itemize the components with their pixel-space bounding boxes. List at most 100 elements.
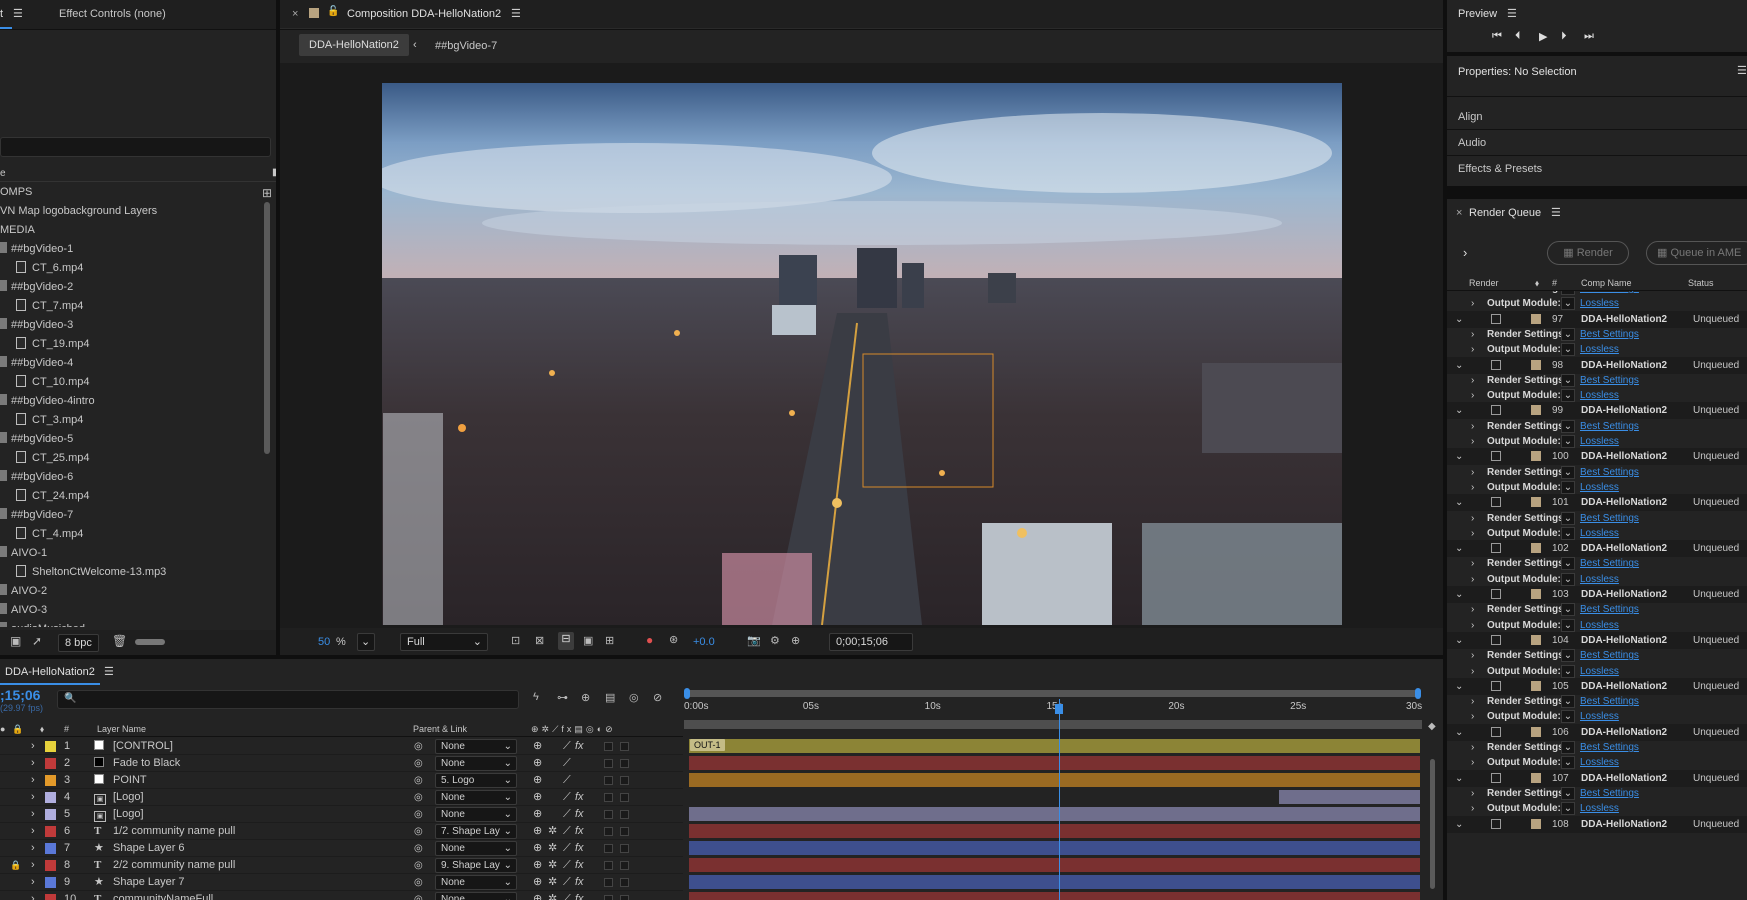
parent-dropdown[interactable]: None ⌄ [435, 875, 517, 890]
project-item[interactable]: AIVO-3 [0, 601, 47, 620]
subrow-dropdown-icon[interactable]: ⌄ [1561, 435, 1575, 448]
mask-visibility-icon[interactable]: ⊟ [558, 632, 574, 650]
col-layer-name[interactable]: Layer Name [97, 722, 146, 737]
pickwhip-icon[interactable]: ◎ [414, 738, 423, 755]
adjustment-box[interactable] [620, 793, 629, 802]
project-item[interactable]: audioMusicbed [0, 620, 85, 627]
layer-label-color[interactable] [45, 792, 56, 803]
layer-name[interactable]: Shape Layer 7 [113, 874, 185, 891]
expand-layer-icon[interactable]: › [31, 891, 35, 900]
layer-duration-bar[interactable] [689, 756, 1420, 770]
expand-layer-icon[interactable]: › [31, 772, 35, 789]
work-area-bar[interactable] [684, 720, 1422, 729]
current-timecode[interactable]: 0;00;15;06 [829, 633, 913, 651]
shy-switch[interactable]: ⊕ [533, 874, 542, 891]
first-frame-icon[interactable]: ⏮ [1492, 30, 1502, 43]
pickwhip-icon[interactable]: ◎ [414, 806, 423, 823]
pickwhip-icon[interactable]: ◎ [414, 840, 423, 857]
bpc-button[interactable]: 8 bpc [58, 634, 99, 652]
layer-duration-bar[interactable] [689, 824, 1420, 838]
subrow-dropdown-icon[interactable]: ⌄ [1561, 511, 1575, 525]
layer-label-color[interactable] [45, 758, 56, 769]
adjustment-box[interactable] [620, 827, 629, 836]
subrow-dropdown-icon[interactable]: ⌄ [1561, 710, 1575, 724]
motion-blur-box[interactable] [604, 895, 613, 900]
render-queue-item[interactable]: ⌄ 108 DDA-HelloNation2 Unqueued [1447, 815, 1747, 833]
breadcrumb-next[interactable]: ##bgVideo-7 [435, 40, 497, 52]
subrow-dropdown-icon[interactable]: ⌄ [1561, 695, 1575, 709]
layer-duration-bar[interactable] [689, 858, 1420, 872]
name-column-header[interactable]: e [0, 168, 6, 179]
close-render-queue-icon[interactable]: × [1456, 207, 1462, 219]
layer-row[interactable]: › 6 T 1/2 community name pull ◎ 7. Shape Lay ⌄… [0, 823, 683, 840]
subrow-dropdown-icon[interactable]: ⌄ [1561, 419, 1575, 433]
fx-switch[interactable]: fx [575, 806, 584, 823]
interpret-footage-icon[interactable]: ▣ [10, 634, 21, 648]
shy-layers-icon[interactable]: ⊶ [557, 691, 568, 704]
fx-switch[interactable]: fx [575, 738, 584, 755]
graph-editor-icon[interactable]: ◎ [629, 691, 639, 704]
pickwhip-icon[interactable]: ◎ [414, 823, 423, 840]
tab-project[interactable]: t [0, 8, 3, 20]
collapse-switch[interactable]: ⟋ [563, 755, 571, 772]
composition-panel-title[interactable]: Composition DDA-HelloNation2 [347, 8, 501, 20]
navigator-start-handle[interactable] [684, 688, 690, 699]
frame-blending-icon[interactable]: ⊕ [581, 691, 590, 704]
render-checkbox[interactable] [1491, 726, 1501, 737]
project-item[interactable]: CT_10.mp4 [16, 373, 89, 392]
collapse-switch[interactable]: ⟋ [563, 891, 571, 900]
layer-duration-bar[interactable] [689, 875, 1420, 889]
layer-duration-bar[interactable] [689, 841, 1420, 855]
adjustment-box[interactable] [620, 776, 629, 785]
project-item[interactable]: OMPS [0, 183, 32, 202]
collapse-switch[interactable]: ⟋ [563, 874, 571, 891]
layer-name[interactable]: [Logo] [113, 806, 144, 823]
guides-icon[interactable]: ⊞ [605, 634, 614, 647]
shy-switch[interactable]: ⊕ [533, 755, 542, 772]
label-swatch[interactable] [1531, 818, 1541, 829]
quality-switch[interactable]: ✲ [548, 857, 557, 874]
subrow-dropdown-icon[interactable]: ⌄ [1561, 786, 1575, 800]
label-swatch[interactable] [1531, 589, 1541, 599]
render-checkbox[interactable] [1491, 359, 1501, 370]
shy-switch[interactable]: ⊕ [533, 772, 542, 789]
layer-row[interactable]: › 5 ▣ [Logo] ◎ None ⌄ ⊕ ⟋ fx [0, 806, 683, 823]
queue-in-ame-button[interactable]: ▦ Queue in AME [1646, 241, 1747, 265]
motion-blur-box[interactable] [604, 759, 613, 768]
fx-switch[interactable]: fx [575, 823, 584, 840]
audio-section[interactable]: Audio [1458, 137, 1486, 149]
render-checkbox[interactable] [1491, 772, 1501, 783]
motion-blur-box[interactable] [604, 742, 613, 751]
timeline-scrollbar[interactable] [1430, 759, 1435, 889]
subrow-dropdown-icon[interactable]: ⌄ [1561, 327, 1575, 341]
adjustment-box[interactable] [620, 861, 629, 870]
project-item[interactable]: AIVO-1 [0, 544, 47, 563]
timeline-timecode[interactable]: ;15;06 [0, 687, 40, 703]
layer-label-color[interactable] [45, 775, 56, 786]
motion-blur-box[interactable] [604, 793, 613, 802]
shy-switch[interactable]: ⊕ [533, 823, 542, 840]
render-checkbox[interactable] [1491, 405, 1501, 416]
subrow-dropdown-icon[interactable]: ⌄ [1561, 465, 1575, 479]
label-swatch[interactable] [1531, 726, 1541, 737]
region-of-interest-icon[interactable]: ▣ [583, 634, 593, 647]
layer-label-color[interactable] [45, 809, 56, 820]
lock-icon[interactable]: 🔒 [10, 857, 21, 874]
label-swatch[interactable] [1531, 405, 1541, 416]
out-marker[interactable]: OUT-1 [690, 739, 725, 751]
adjustment-box[interactable] [620, 742, 629, 751]
time-navigator[interactable] [684, 688, 1421, 699]
expand-layer-icon[interactable]: › [31, 840, 35, 857]
label-swatch[interactable] [1531, 451, 1541, 462]
layer-duration-bar[interactable] [689, 739, 1420, 753]
project-item[interactable]: CT_3.mp4 [16, 411, 83, 430]
layer-search-input[interactable]: 🔍 [57, 690, 519, 709]
show-snapshot-icon[interactable]: ⚙ [770, 634, 780, 647]
align-section[interactable]: Align [1458, 111, 1482, 123]
expand-layer-icon[interactable]: › [31, 874, 35, 891]
subrow-dropdown-icon[interactable]: ⌄ [1561, 373, 1575, 387]
motion-blur-box[interactable] [604, 827, 613, 836]
project-item[interactable]: ##bgVideo-4intro [0, 392, 95, 411]
comp-viewer-canvas[interactable] [382, 83, 1342, 625]
zoom-value[interactable]: 50 [318, 636, 330, 648]
